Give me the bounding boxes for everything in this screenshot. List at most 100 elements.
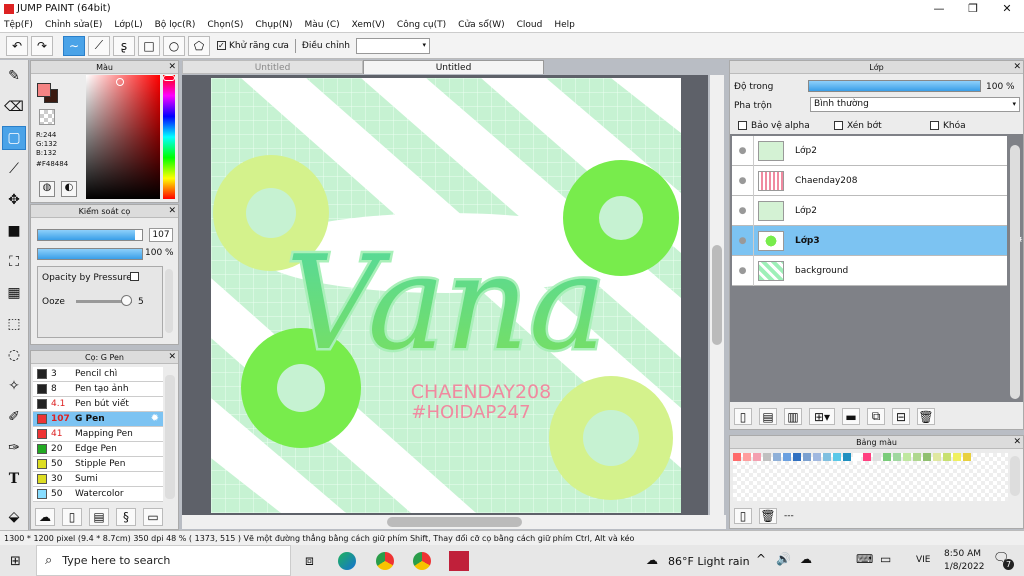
adjust-dropdown[interactable]: ▾ (355, 37, 430, 54)
clock-date[interactable]: 1/8/2022 (944, 562, 984, 572)
primary-color-swatch[interactable] (37, 83, 51, 97)
layer-folder-icon[interactable]: ▬ (842, 408, 860, 425)
jumppaint-taskbar-icon[interactable] (448, 550, 469, 571)
antialias-checkbox[interactable]: ✓ (217, 41, 226, 50)
merge-layer-icon[interactable]: ⊟ (892, 408, 910, 425)
gradient-icon[interactable]: ▦ (2, 281, 26, 305)
opacity-pressure-checkbox[interactable] (130, 272, 139, 281)
rectangle-icon[interactable]: □ (138, 35, 160, 56)
palette-color-swatch[interactable] (943, 453, 951, 461)
layer-row[interactable]: ● Chaenday208 (732, 165, 1007, 196)
lasso-icon[interactable]: ◌ (2, 343, 26, 367)
palette-color-swatch[interactable] (843, 453, 851, 461)
canvas[interactable]: Vana CHAENDAY208 #HOIDAP247 (211, 78, 681, 513)
palette-scrollbar[interactable] (1010, 456, 1020, 496)
line-icon[interactable]: ⟋ (88, 35, 110, 56)
marquee-icon[interactable]: ⬚ (2, 312, 26, 336)
minimize-icon[interactable]: — (922, 0, 956, 17)
delete-layer-icon[interactable]: 🗑 (917, 408, 935, 425)
layer-add-menu-icon[interactable]: ⊞▾ (809, 408, 835, 425)
hue-slider[interactable] (163, 75, 175, 199)
menu-cloud[interactable]: Cloud (517, 20, 543, 30)
new-layer-icon[interactable]: ▯ (734, 408, 752, 425)
brush-item[interactable]: 20 Edge Pen (33, 442, 163, 457)
palette-color-swatch[interactable] (893, 453, 901, 461)
brush-item[interactable]: 50 Watercolor (33, 487, 163, 502)
brush-item[interactable]: 8 Pen tạo ảnh (33, 382, 163, 397)
eraser-icon[interactable]: ⌫ (2, 95, 26, 119)
visibility-icon[interactable]: ● (732, 255, 754, 286)
duplicate-layer-icon[interactable]: ⧉ (867, 408, 885, 425)
hue-slider-handle[interactable] (163, 75, 175, 81)
menu-filter[interactable]: Bộ lọc(R) (155, 20, 196, 30)
brush-tool-icon[interactable]: ✎ (2, 64, 26, 88)
clock-time[interactable]: 8:50 AM (944, 549, 981, 559)
palette-color-swatch[interactable] (733, 453, 741, 461)
canvas-horizontal-thumb[interactable] (387, 517, 522, 527)
palette-color-swatch[interactable] (753, 453, 761, 461)
smudge-icon[interactable]: ⟋ (2, 157, 26, 181)
weather-text[interactable]: 86°F Light rain (668, 555, 750, 568)
cloud-icon[interactable]: ☁ (800, 552, 812, 566)
palette-color-swatch[interactable] (883, 453, 891, 461)
language-indicator[interactable]: VIE (916, 555, 931, 565)
brush-item[interactable]: 4.1 Pen bút viết (33, 397, 163, 412)
undo-icon[interactable]: ↶ (6, 35, 28, 56)
layer-list-scrollbar[interactable] (1010, 145, 1020, 399)
menu-edit[interactable]: Chỉnh sửa(E) (45, 20, 102, 30)
chrome-icon[interactable] (375, 551, 394, 570)
tab-untitled-1[interactable]: Untitled (182, 60, 363, 74)
palette-color-swatch[interactable] (923, 453, 931, 461)
network-icon[interactable]: ▭ (880, 552, 891, 566)
new-halftone-layer-icon[interactable]: ▥ (784, 408, 802, 425)
blend-mode-dropdown[interactable]: Bình thường ▾ (810, 97, 1020, 112)
menu-layer[interactable]: Lớp(L) (114, 20, 142, 30)
ooze-slider-handle[interactable] (121, 295, 133, 306)
visibility-icon[interactable]: ● (732, 165, 754, 196)
transparent-swatch[interactable] (39, 109, 55, 125)
windows-start-icon[interactable]: ⊞ (10, 554, 21, 569)
brush-size-slider[interactable] (37, 229, 143, 241)
menu-window[interactable]: Cửa sổ(W) (458, 20, 504, 30)
layer-opacity-slider[interactable] (808, 80, 981, 92)
close-icon[interactable]: ✕ (168, 205, 176, 218)
edge-icon[interactable] (337, 551, 356, 570)
brush-size-value[interactable]: 107 (149, 228, 173, 242)
text-tool-icon[interactable]: T (2, 467, 26, 491)
brush-list-scrollbar[interactable] (165, 375, 175, 499)
selection-rect-icon[interactable]: ▢ (2, 126, 26, 150)
tab-untitled-2[interactable]: Untitled (363, 60, 544, 74)
palette-color-swatch[interactable] (933, 453, 941, 461)
freehand-icon[interactable]: ∼ (63, 35, 85, 56)
palette-color-swatch[interactable] (793, 453, 801, 461)
magic-wand-icon[interactable]: ✧ (2, 374, 26, 398)
canvas-horizontal-scrollbar[interactable] (182, 515, 726, 529)
close-icon[interactable]: ✕ (990, 0, 1024, 17)
polygon-icon[interactable]: ⬠ (188, 35, 210, 56)
close-icon[interactable]: ✕ (168, 61, 176, 74)
brush-settings-icon[interactable]: ✹ (151, 413, 159, 424)
palette-color-swatch[interactable] (913, 453, 921, 461)
menu-view[interactable]: Xem(V) (352, 20, 385, 30)
new-palette-color-icon[interactable]: ▯ (734, 508, 752, 524)
visibility-icon[interactable]: ● (732, 195, 754, 226)
select-eraser-icon[interactable]: ✑ (2, 436, 26, 460)
palette-color-swatch[interactable] (833, 453, 841, 461)
new-brush-icon[interactable]: ▯ (62, 508, 82, 526)
palette-color-swatch[interactable] (783, 453, 791, 461)
curve-icon[interactable]: ʂ (113, 35, 135, 56)
brush-opacity-slider[interactable] (37, 248, 143, 260)
new-raster-layer-icon[interactable]: ▤ (759, 408, 777, 425)
keyboard-icon[interactable]: ⌨ (856, 552, 873, 566)
palette-color-swatch[interactable] (953, 453, 961, 461)
brush-item-selected[interactable]: 107 G Pen ✹ (33, 412, 163, 427)
menu-help[interactable]: Help (554, 20, 575, 30)
palette-color-swatch[interactable] (863, 453, 871, 461)
menu-color[interactable]: Màu (C) (305, 20, 340, 30)
select-pen-icon[interactable]: ✐ (2, 405, 26, 429)
palette-color-swatch[interactable] (773, 453, 781, 461)
palette-color-swatch[interactable] (743, 453, 751, 461)
brush-menu-icon[interactable]: ▤ (89, 508, 109, 526)
layer-row-selected[interactable]: ● Lớp3 ✹ (732, 225, 1023, 256)
palette-color-swatch[interactable] (853, 453, 861, 461)
